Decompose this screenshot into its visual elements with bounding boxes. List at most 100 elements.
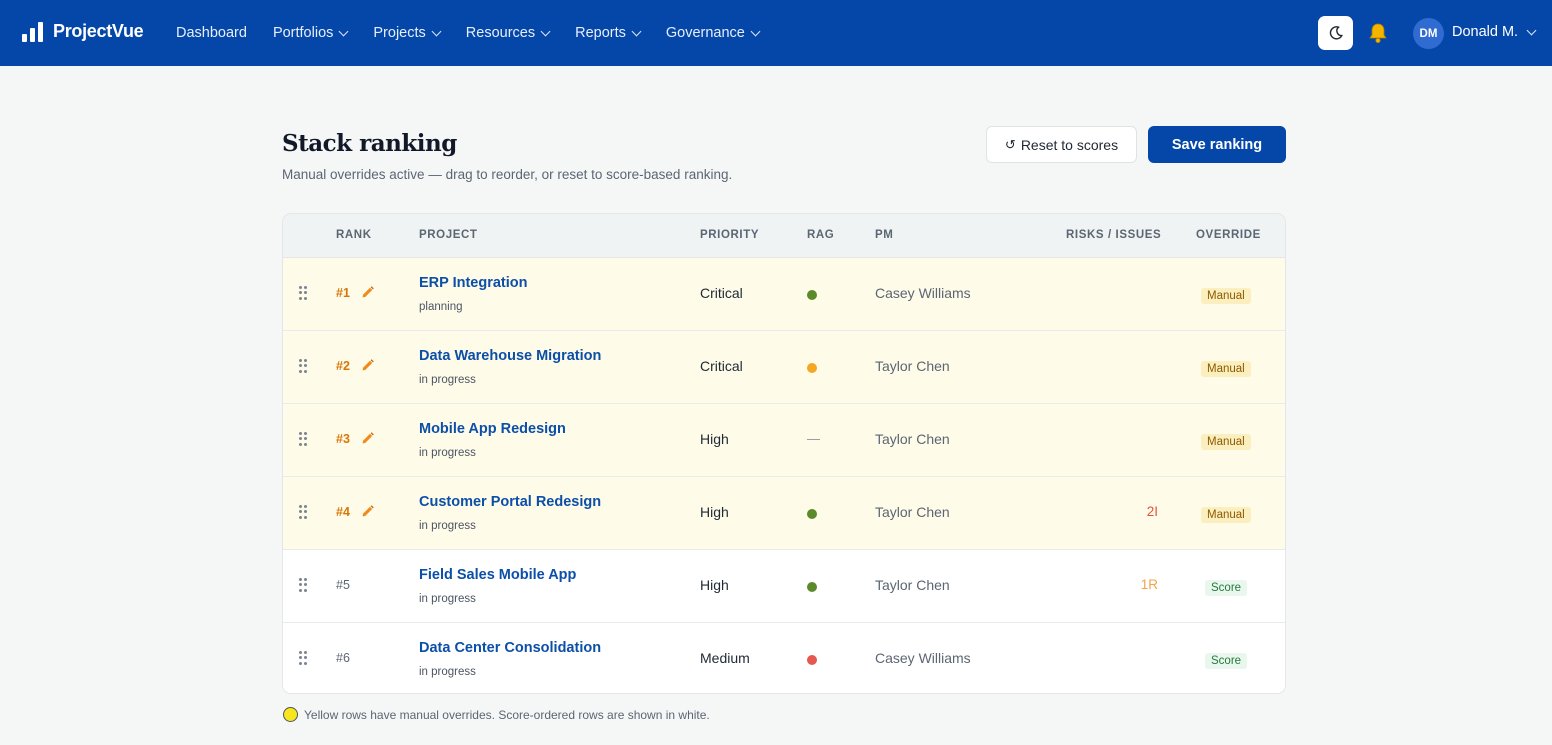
table-row[interactable]: #5 Field Sales Mobile App in progress High T… (283, 550, 1285, 623)
project-link[interactable]: Customer Portal Redesign (419, 494, 601, 510)
user-avatar[interactable]: DM (1413, 18, 1444, 49)
chevron-down-icon (338, 26, 349, 36)
nav-item-label: Resources (465, 25, 536, 41)
save-ranking-button[interactable]: Save ranking (1148, 126, 1286, 163)
override-badge: Score (1205, 580, 1248, 596)
override-badge: Manual (1201, 434, 1251, 450)
project-link[interactable]: Data Warehouse Migration (419, 348, 601, 364)
page-title: Stack ranking (282, 130, 457, 157)
drag-handle-icon[interactable] (299, 359, 307, 373)
app-logo[interactable]: ProjectVue (22, 20, 144, 42)
header-rag[interactable]: RAG (807, 229, 834, 241)
project-status: in progress (419, 593, 476, 605)
bell-icon (1369, 23, 1387, 44)
user-name: Donald M. (1452, 24, 1519, 40)
pm-name: Taylor Chen (875, 504, 950, 520)
project-link[interactable]: ERP Integration (419, 275, 528, 291)
nav-item-portfolios[interactable]: Portfolios (272, 25, 349, 41)
drag-handle-icon[interactable] (299, 432, 307, 446)
project-link[interactable]: Mobile App Redesign (419, 421, 566, 437)
page-subtitle: Manual overrides active — drag to reorde… (282, 167, 733, 182)
drag-handle-icon[interactable] (299, 286, 307, 300)
drag-handle-icon[interactable] (299, 578, 307, 592)
pm-name: Taylor Chen (875, 431, 950, 447)
app-name: ProjectVue (53, 20, 144, 41)
override-badge: Manual (1201, 507, 1251, 523)
footnote-text: Yellow rows have manual overrides. Score… (304, 707, 710, 722)
pencil-icon (362, 359, 374, 371)
yellow-legend-icon (283, 707, 298, 722)
nav-item-projects[interactable]: Projects (373, 25, 442, 41)
nav-item-label: Governance (665, 25, 745, 41)
table-row[interactable]: #3 Mobile App Redesign in progress High — Tay… (283, 404, 1285, 477)
table-row[interactable]: #2 Data Warehouse Migration in progress Cri… (283, 331, 1285, 404)
risks-issues-count[interactable]: 2I (1147, 504, 1158, 519)
rank-value: #4 (336, 505, 350, 519)
header-priority[interactable]: PRIORITY (700, 229, 759, 241)
rank-value: #3 (336, 432, 350, 446)
header-rank[interactable]: RANK (336, 229, 372, 241)
project-status: in progress (419, 374, 476, 386)
notifications-button[interactable] (1366, 20, 1390, 46)
reset-icon: ↺ (1004, 136, 1016, 152)
risks-issues-count[interactable]: 1R (1141, 577, 1158, 592)
rank-value: #5 (336, 578, 350, 592)
chevron-down-icon (1526, 25, 1537, 35)
rank-value: #1 (336, 286, 350, 300)
table-row[interactable]: #6 Data Center Consolidation in progress Me… (283, 623, 1285, 693)
override-badge: Manual (1201, 288, 1251, 304)
rag-status-dot (807, 655, 817, 665)
project-status: in progress (419, 447, 476, 459)
drag-handle-icon[interactable] (299, 651, 307, 665)
nav-item-label: Reports (575, 25, 626, 41)
rag-status-dot (807, 582, 817, 592)
header-override[interactable]: OVERRIDE (1196, 229, 1261, 241)
project-link[interactable]: Field Sales Mobile App (419, 567, 576, 583)
priority-value: High (700, 577, 729, 593)
pm-name: Taylor Chen (875, 358, 950, 374)
top-nav: ProjectVue Dashboard Portfolios Projects Re… (0, 0, 1552, 66)
chevron-down-icon (540, 26, 551, 36)
nav-item-reports[interactable]: Reports (575, 25, 642, 41)
reset-label: Reset to scores (1020, 136, 1119, 153)
rank-value: #2 (336, 359, 350, 373)
table-header: RANK PROJECT PRIORITY RAG PM RISKS / ISS… (283, 214, 1285, 258)
nav-item-label: Portfolios (272, 25, 334, 41)
pencil-icon (362, 286, 374, 298)
header-pm[interactable]: PM (875, 229, 893, 241)
main-menu: Dashboard Portfolios Projects Resources Repo… (176, 0, 785, 66)
header-project[interactable]: PROJECT (419, 229, 478, 241)
nav-item-dashboard[interactable]: Dashboard (176, 25, 247, 41)
nav-item-resources[interactable]: Resources (465, 25, 551, 41)
footnote: Yellow rows have manual overrides. Score… (283, 707, 710, 722)
table-row[interactable]: #1 ERP Integration planning Critical Casey W… (283, 258, 1285, 331)
override-badge: Score (1205, 653, 1248, 669)
project-link[interactable]: Data Center Consolidation (419, 640, 601, 656)
project-status: in progress (419, 520, 476, 532)
pm-name: Taylor Chen (875, 577, 950, 593)
rag-status-dot (807, 363, 817, 373)
nav-item-label: Dashboard (176, 25, 247, 41)
bar-chart-icon (22, 20, 43, 42)
override-badge: Manual (1201, 361, 1251, 377)
pencil-icon (362, 505, 374, 517)
pm-name: Casey Williams (875, 285, 971, 301)
chevron-down-icon (750, 26, 761, 36)
header-risks-issues[interactable]: RISKS / ISSUES (1066, 229, 1161, 241)
nav-item-governance[interactable]: Governance (665, 25, 761, 41)
pencil-icon (362, 432, 374, 444)
rag-status-empty: — (807, 431, 820, 446)
ranking-table: RANK PROJECT PRIORITY RAG PM RISKS / ISS… (282, 213, 1286, 694)
nav-item-label: Projects (373, 25, 426, 41)
priority-value: Critical (700, 358, 743, 374)
drag-handle-icon[interactable] (299, 505, 307, 519)
priority-value: Medium (700, 650, 750, 666)
priority-value: High (700, 504, 729, 520)
pm-name: Casey Williams (875, 650, 971, 666)
project-status: in progress (419, 666, 476, 678)
table-row[interactable]: #4 Customer Portal Redesign in progress Hig… (283, 477, 1285, 550)
theme-toggle-button[interactable] (1318, 16, 1353, 50)
user-menu[interactable]: Donald M. (1452, 24, 1537, 40)
reset-to-scores-button[interactable]: ↺ Reset to scores (986, 126, 1137, 163)
rag-status-dot (807, 509, 817, 519)
